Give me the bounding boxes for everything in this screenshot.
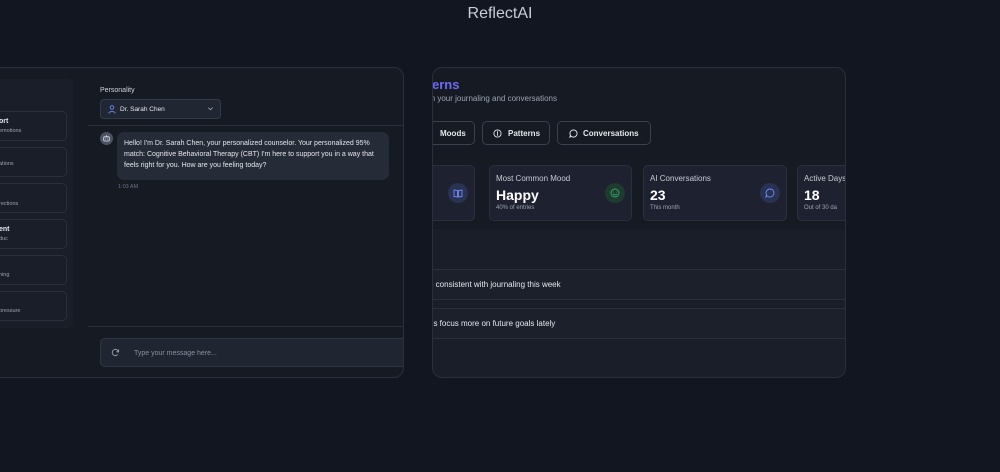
stat-card-mood: Most Common Mood Happy 40% of entries [489,165,632,221]
message-circle-icon [569,129,578,138]
bot-avatar [100,132,113,145]
tab-label: Moods [440,129,466,138]
app-title: ReflectAI [467,5,533,22]
sidebar-item-subtitle: hing [0,272,10,278]
chat-main: Personality Dr. Sarah Chen Hello! I'm Dr… [88,80,403,377]
tab-moods[interactable]: Moods [433,121,475,145]
patterns-subtitle: om your journaling and conversations [432,94,557,103]
stat-sub: 40% of entries [496,205,535,211]
sidebar-item-3[interactable]: rections [0,183,67,213]
message-input[interactable] [134,345,394,361]
sidebar-item-subtitle: rections [0,201,19,207]
stat-label: AI Conversations [650,174,711,183]
chat-input-area [88,326,403,377]
stat-card-active-days: Active Days 18 Out of 30 da [797,165,846,221]
insight-text: ns focus more on future goals lately [432,319,556,328]
stat-card-conversations: AI Conversations 23 This month [643,165,787,221]
tab-label: Conversations [583,129,639,138]
stat-sub: This month [650,205,680,211]
insight-item: ns focus more on future goals lately [432,308,845,339]
user-icon [108,105,116,114]
sidebar-item-6[interactable]: pressure [0,291,67,321]
stat-label: Most Common Mood [496,174,571,183]
patterns-panel: erns om your journaling and conversation… [432,67,846,378]
tab-patterns[interactable]: Patterns [482,121,550,145]
message-circle-icon [760,183,780,203]
stat-value: 18 [804,187,820,203]
info-icon [493,129,502,138]
smile-icon [605,183,625,203]
book-icon [448,183,468,203]
refresh-icon[interactable] [111,348,120,357]
tab-label: Patterns [508,129,541,138]
bot-message-bubble: Hello! I'm Dr. Sarah Chen, your personal… [117,132,389,180]
stat-sub: Out of 30 da [804,205,838,211]
stat-value: 23 [650,187,666,203]
patterns-title: erns [432,77,460,92]
sidebar-item-subtitle: pressure [0,308,21,314]
chat-header: Personality Dr. Sarah Chen [88,80,403,126]
insights-section: e consistent with journaling this week n… [432,229,845,377]
message-timestamp: 1:03 AM [118,184,139,190]
stat-value: Happy [496,187,539,203]
sidebar-item-2[interactable]: ations [0,147,67,177]
counselor-sidebar: ort emotions ations rections ent duc hin… [0,79,73,328]
bot-icon [103,135,110,142]
sidebar-item-title: ent [0,226,10,233]
personality-label: Personality [100,87,135,94]
chat-panel: ort emotions ations rections ent duc hin… [0,67,404,378]
sidebar-item-support[interactable]: ort emotions [0,111,67,141]
stat-card-journal [433,165,475,221]
sidebar-item-4[interactable]: ent duc [0,219,67,249]
chat-input-box [100,338,403,367]
tab-conversations[interactable]: Conversations [557,121,651,145]
sidebar-item-5[interactable]: hing [0,255,67,285]
sidebar-item-subtitle: duc [0,236,8,242]
stat-label: Active Days [804,174,846,183]
insight-text: e consistent with journaling this week [432,280,561,289]
chevron-down-icon [208,107,213,111]
sidebar-item-subtitle: emotions [0,128,22,134]
personality-select[interactable]: Dr. Sarah Chen [100,99,221,119]
sidebar-item-title: ort [0,118,9,125]
sidebar-item-subtitle: ations [0,161,14,167]
insight-item: e consistent with journaling this week [432,269,845,300]
personality-value: Dr. Sarah Chen [120,106,165,113]
